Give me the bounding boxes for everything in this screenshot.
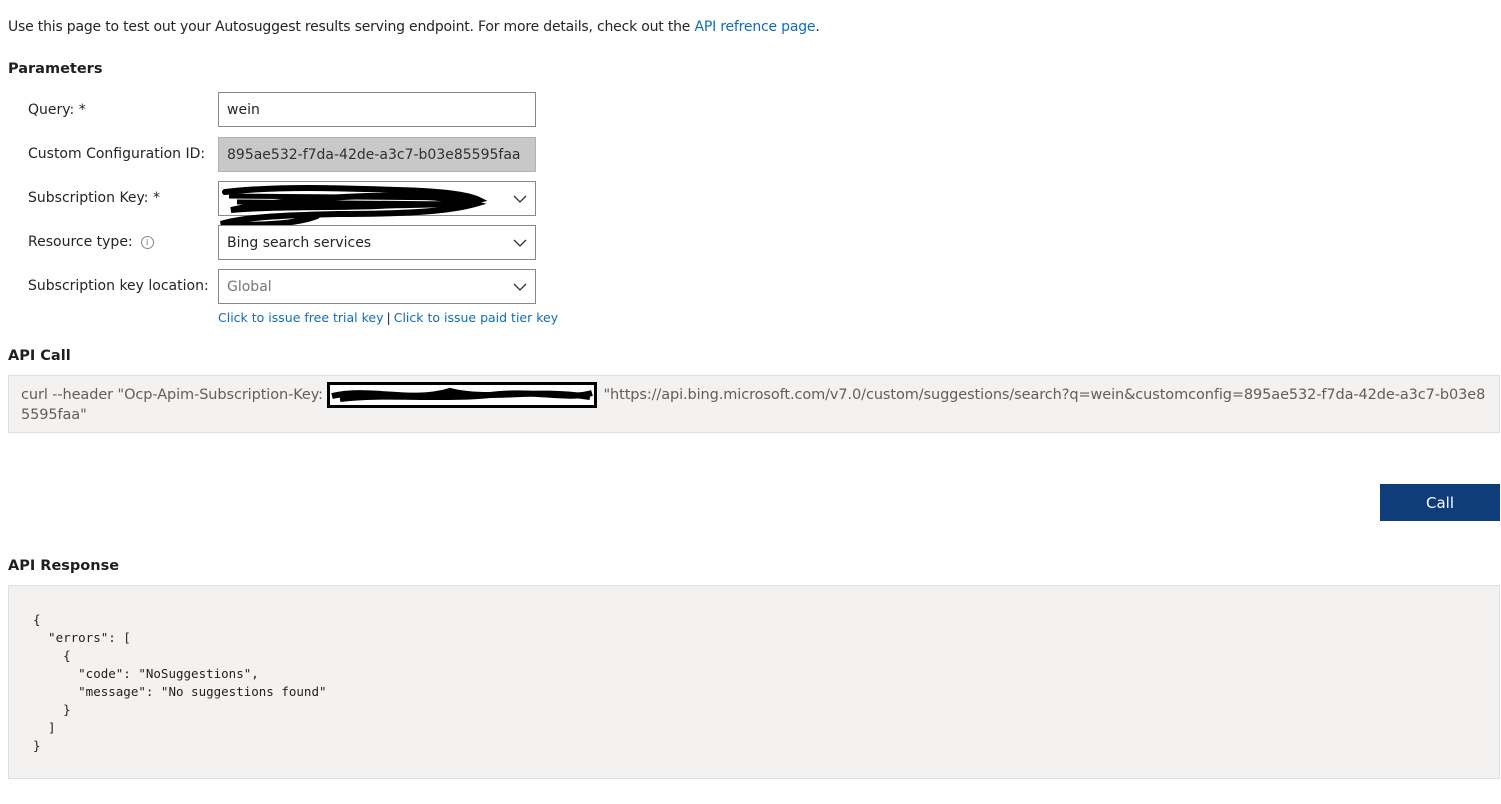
config-id-value: 895ae532-f7da-42de-a3c7-b03e85595faa	[227, 146, 521, 163]
subscription-key-select[interactable]	[218, 181, 536, 228]
query-input[interactable]	[227, 101, 527, 118]
subscription-key-label: Subscription Key: *	[28, 190, 160, 206]
query-label: Query: *	[28, 102, 86, 118]
resource-type-label: Resource type: i	[28, 234, 154, 250]
query-field[interactable]	[218, 92, 536, 127]
key-location-label: Subscription key location:	[28, 278, 209, 294]
resource-type-select[interactable]: Bing search services	[218, 225, 536, 260]
resource-type-value: Bing search services	[227, 234, 372, 251]
intro-suffix: .	[815, 19, 820, 35]
info-icon[interactable]: i	[140, 235, 154, 249]
key-location-value: Global	[227, 278, 272, 295]
resource-type-label-text: Resource type:	[28, 234, 133, 250]
api-response-box: { "errors": [ { "code": "NoSuggestions",…	[8, 585, 1500, 779]
free-trial-key-link[interactable]: Click to issue free trial key	[218, 310, 384, 325]
redaction-scribble	[331, 387, 594, 402]
redacted-key	[327, 382, 598, 408]
call-button[interactable]: Call	[1380, 484, 1500, 521]
paid-tier-key-link[interactable]: Click to issue paid tier key	[394, 310, 558, 325]
chevron-down-icon	[513, 239, 527, 247]
intro-description: Use this page to test out your Autosugge…	[8, 19, 695, 35]
api-response-json: { "errors": [ { "code": "NoSuggestions",…	[33, 612, 327, 753]
chevron-down-icon	[513, 195, 527, 203]
api-response-title: API Response	[8, 558, 120, 574]
chevron-down-icon	[513, 283, 527, 291]
link-separator: |	[386, 310, 391, 325]
api-reference-link[interactable]: API refrence page	[694, 19, 815, 35]
config-id-label: Custom Configuration ID:	[28, 146, 206, 162]
api-call-title: API Call	[8, 348, 71, 364]
parameters-title: Parameters	[8, 61, 103, 77]
intro-text: Use this page to test out your Autosugge…	[8, 19, 820, 35]
key-links: Click to issue free trial key | Click to i…	[218, 310, 558, 325]
config-id-field: 895ae532-f7da-42de-a3c7-b03e85595faa	[218, 137, 536, 172]
key-location-select[interactable]: Global	[218, 269, 536, 304]
api-call-prefix: curl --header "Ocp-Apim-Subscription-Key…	[21, 387, 328, 403]
api-call-box: curl --header "Ocp-Apim-Subscription-Key…	[8, 375, 1500, 433]
